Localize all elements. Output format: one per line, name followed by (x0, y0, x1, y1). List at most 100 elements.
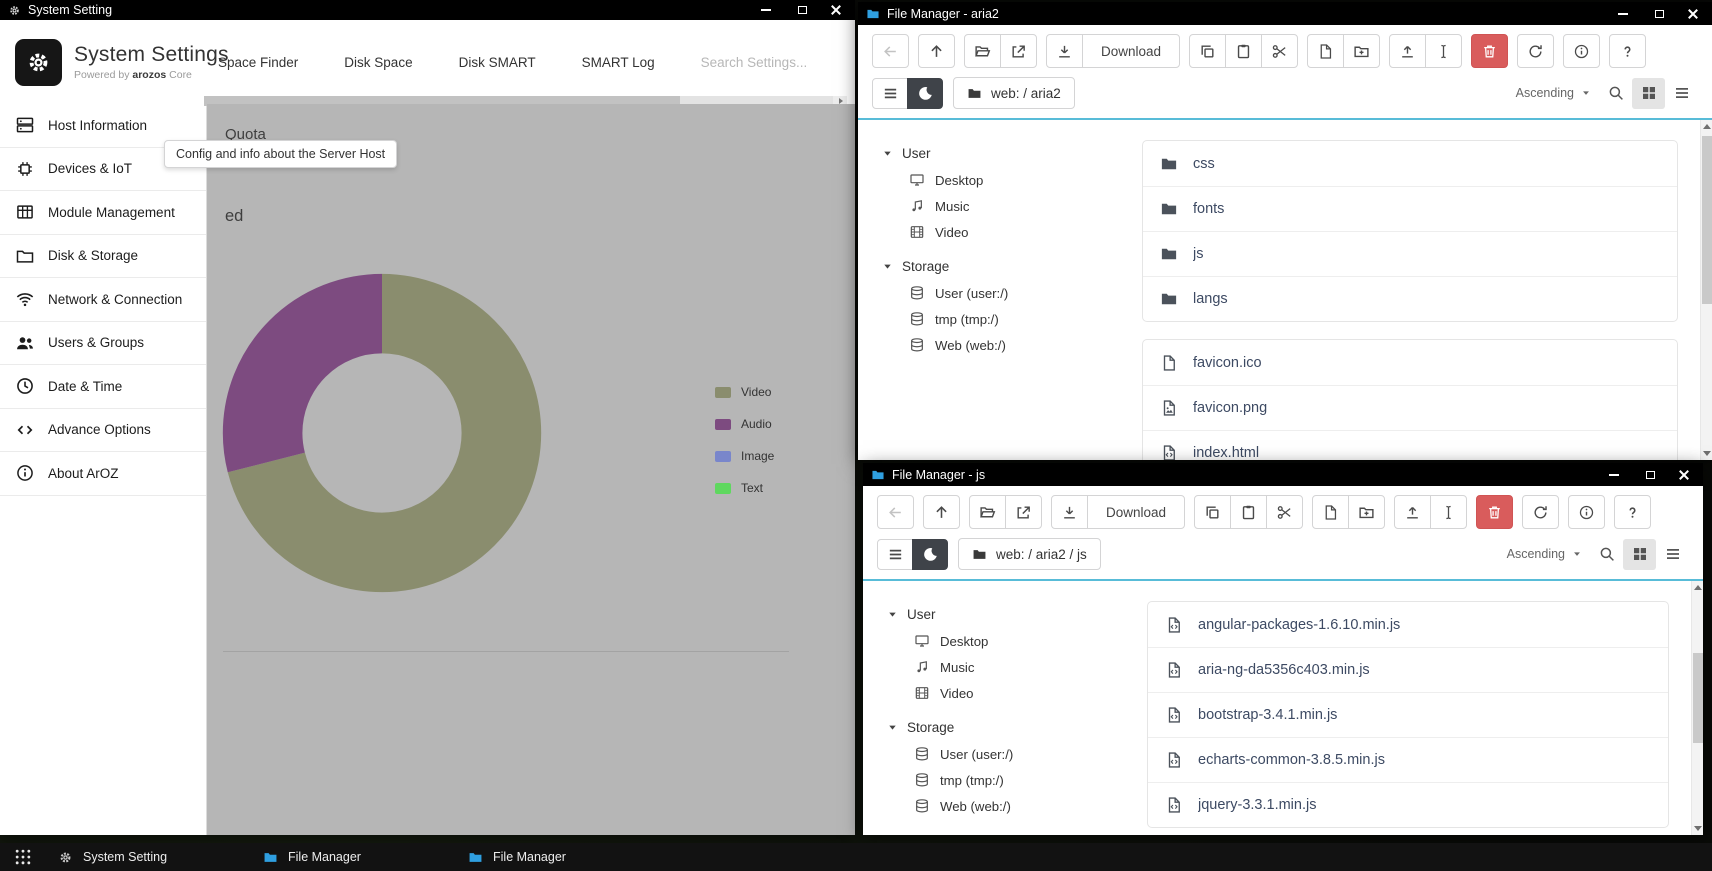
upload-button[interactable] (1389, 34, 1426, 68)
properties-button[interactable] (1563, 34, 1600, 68)
tree-item-user-drive[interactable]: User (user:/) (887, 741, 1135, 767)
tree-item-tmp-drive[interactable]: tmp (tmp:/) (887, 767, 1135, 793)
tree-item-video[interactable]: Video (882, 219, 1130, 245)
new-folder-button[interactable] (1343, 34, 1380, 68)
taskbar-item-system-setting[interactable]: System Setting (46, 843, 251, 871)
rename-button[interactable] (1430, 495, 1467, 529)
grid-view-button[interactable] (1632, 78, 1665, 109)
delete-button[interactable] (1471, 34, 1508, 68)
search-input[interactable] (701, 55, 851, 70)
tree-item-music[interactable]: Music (887, 654, 1135, 680)
tree-section-storage[interactable]: Storage (882, 253, 1130, 280)
nav-item-space-finder[interactable]: Space Finder (218, 55, 298, 70)
breadcrumb[interactable]: web: / aria2 / js (958, 538, 1101, 570)
taskbar-item-file-manager-2[interactable]: File Manager (456, 843, 661, 871)
scroll-up-arrow[interactable] (1701, 120, 1712, 133)
menu-button[interactable] (877, 539, 913, 570)
cut-button[interactable] (1261, 34, 1298, 68)
maximize-button[interactable] (793, 3, 811, 17)
maximize-button[interactable] (1641, 468, 1659, 482)
paste-button[interactable] (1225, 34, 1262, 68)
tree-item-web-drive[interactable]: Web (web:/) (882, 332, 1130, 358)
scroll-down-arrow[interactable] (1701, 447, 1712, 460)
list-view-button[interactable] (1665, 78, 1698, 109)
close-button[interactable] (1677, 468, 1691, 482)
scrollbar-thumb[interactable] (1702, 136, 1712, 304)
nav-item-disk-smart[interactable]: Disk SMART (459, 55, 536, 70)
refresh-button[interactable] (1522, 495, 1559, 529)
scrollbar[interactable] (1691, 581, 1703, 835)
title-bar[interactable]: System Setting (0, 0, 855, 20)
app-launcher-button[interactable] (0, 843, 46, 871)
minimize-button[interactable] (1605, 468, 1623, 482)
close-button[interactable] (1686, 7, 1700, 21)
taskbar-item-file-manager-1[interactable]: File Manager (251, 843, 456, 871)
nav-item-disk-space[interactable]: Disk Space (344, 55, 412, 70)
file-row-css[interactable]: css (1143, 141, 1677, 186)
download-icon-button[interactable] (1051, 495, 1088, 529)
properties-button[interactable] (1568, 495, 1605, 529)
dark-mode-button[interactable] (912, 539, 948, 570)
tree-item-video[interactable]: Video (887, 680, 1135, 706)
breadcrumb[interactable]: web: / aria2 (953, 77, 1075, 109)
file-row-favicon-ico[interactable]: favicon.ico (1143, 340, 1677, 385)
sidebar-item-about-aroz[interactable]: About ArOZ (0, 452, 206, 496)
close-button[interactable] (829, 3, 843, 17)
download-button[interactable]: Download (1087, 495, 1185, 529)
scrollbar[interactable] (1700, 120, 1712, 460)
file-row-favicon-png[interactable]: favicon.png (1143, 385, 1677, 430)
sidebar-item-users-groups[interactable]: Users & Groups (0, 322, 206, 366)
open-folder-button[interactable] (969, 495, 1006, 529)
download-icon-button[interactable] (1046, 34, 1083, 68)
cut-button[interactable] (1266, 495, 1303, 529)
help-button[interactable] (1614, 495, 1651, 529)
open-in-new-window-button[interactable] (1000, 34, 1037, 68)
title-bar[interactable]: File Manager - js (863, 463, 1703, 486)
file-row-bootstrap[interactable]: bootstrap-3.4.1.min.js (1148, 692, 1668, 737)
back-button[interactable] (877, 495, 914, 529)
open-in-new-window-button[interactable] (1005, 495, 1042, 529)
tree-item-tmp-drive[interactable]: tmp (tmp:/) (882, 306, 1130, 332)
file-row-js[interactable]: js (1143, 231, 1677, 276)
nav-item-smart-log[interactable]: SMART Log (582, 55, 655, 70)
search-button[interactable] (1590, 539, 1623, 570)
scrollbar-thumb[interactable] (1693, 653, 1703, 743)
file-row-angular[interactable]: angular-packages-1.6.10.min.js (1148, 602, 1668, 647)
delete-button[interactable] (1476, 495, 1513, 529)
help-button[interactable] (1609, 34, 1646, 68)
tree-item-web-drive[interactable]: Web (web:/) (887, 793, 1135, 819)
file-row-index-html[interactable]: index.html (1143, 430, 1677, 460)
up-button[interactable] (923, 495, 960, 529)
minimize-button[interactable] (1614, 7, 1632, 21)
sidebar-item-disk-storage[interactable]: Disk & Storage (0, 235, 206, 279)
search-button[interactable] (1599, 78, 1632, 109)
up-button[interactable] (918, 34, 955, 68)
paste-button[interactable] (1230, 495, 1267, 529)
menu-button[interactable] (872, 78, 908, 109)
title-bar[interactable]: File Manager - aria2 (858, 2, 1712, 25)
sidebar-item-date-time[interactable]: Date & Time (0, 365, 206, 409)
new-file-button[interactable] (1312, 495, 1349, 529)
tree-item-user-drive[interactable]: User (user:/) (882, 280, 1130, 306)
upload-button[interactable] (1394, 495, 1431, 529)
sort-dropdown[interactable]: Ascending (1516, 86, 1591, 100)
new-file-button[interactable] (1307, 34, 1344, 68)
copy-button[interactable] (1189, 34, 1226, 68)
tree-item-desktop[interactable]: Desktop (882, 167, 1130, 193)
rename-button[interactable] (1425, 34, 1462, 68)
copy-button[interactable] (1194, 495, 1231, 529)
file-row-aria-ng[interactable]: aria-ng-da5356c403.min.js (1148, 647, 1668, 692)
sort-dropdown[interactable]: Ascending (1507, 547, 1582, 561)
maximize-button[interactable] (1650, 7, 1668, 21)
back-button[interactable] (872, 34, 909, 68)
scroll-up-arrow[interactable] (1692, 581, 1703, 594)
tree-section-user[interactable]: User (887, 601, 1135, 628)
file-row-jquery[interactable]: jquery-3.3.1.min.js (1148, 782, 1668, 827)
list-view-button[interactable] (1656, 539, 1689, 570)
download-button[interactable]: Download (1082, 34, 1180, 68)
scroll-down-arrow[interactable] (1692, 822, 1703, 835)
tree-section-user[interactable]: User (882, 140, 1130, 167)
file-row-langs[interactable]: langs (1143, 276, 1677, 321)
dark-mode-button[interactable] (907, 78, 943, 109)
sidebar-item-advance-options[interactable]: Advance Options (0, 409, 206, 453)
